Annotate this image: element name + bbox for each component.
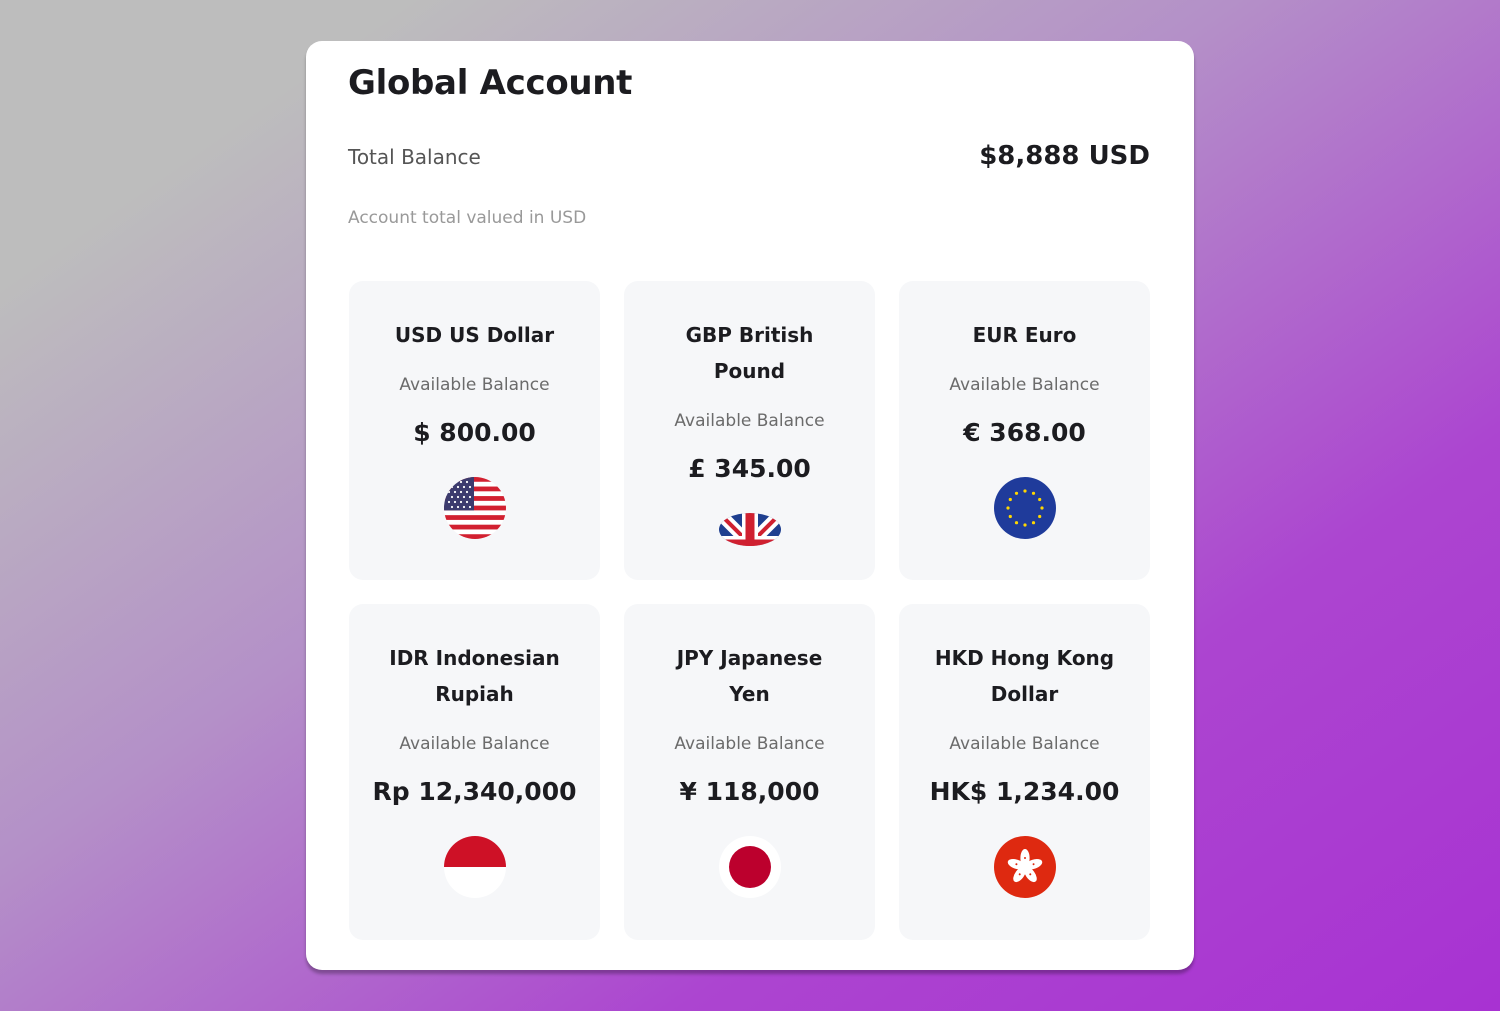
us-flag-icon	[443, 477, 506, 539]
japan-flag-icon	[718, 836, 781, 898]
available-balance-label: Available Balance	[674, 411, 825, 431]
currency-name: USD US Dollar	[394, 323, 555, 347]
currency-card-eur[interactable]: EUR Euro Available Balance € 368.00	[899, 281, 1150, 580]
currency-name: HKD Hong Kong Dollar	[934, 646, 1115, 706]
currency-name: GBP British Pound	[685, 323, 814, 383]
indonesia-flag-icon	[443, 836, 506, 898]
currency-amount: ¥ 118,000	[679, 777, 820, 806]
currency-card-jpy[interactable]: JPY Japanese Yen Available Balance ¥ 118…	[624, 604, 875, 940]
total-balance-amount: $8,888 USD	[979, 141, 1150, 171]
currency-name: EUR Euro	[972, 323, 1077, 347]
currency-card-idr[interactable]: IDR Indonesian Rupiah Available Balance …	[349, 604, 600, 940]
currency-grid: USD US Dollar Available Balance $ 800.00	[349, 281, 1150, 940]
available-balance-label: Available Balance	[674, 734, 825, 754]
uk-flag-icon	[718, 513, 781, 546]
eu-flag-icon	[993, 477, 1056, 539]
currency-name: IDR Indonesian Rupiah	[389, 646, 560, 706]
currency-amount: € 368.00	[963, 418, 1086, 447]
available-balance-label: Available Balance	[949, 375, 1100, 395]
available-balance-label: Available Balance	[399, 375, 550, 395]
currency-amount: Rp 12,340,000	[372, 777, 577, 806]
currency-card-gbp[interactable]: GBP British Pound Available Balance £ 34…	[624, 281, 875, 580]
total-balance-note: Account total valued in USD	[348, 208, 587, 228]
global-account-panel: Global Account Total Balance $8,888 USD …	[306, 41, 1194, 970]
currency-name: JPY Japanese Yen	[676, 646, 823, 706]
page-title: Global Account	[348, 63, 633, 103]
available-balance-label: Available Balance	[949, 734, 1100, 754]
hong-kong-flag-icon	[993, 836, 1056, 898]
total-balance-label: Total Balance	[348, 145, 481, 169]
currency-amount: $ 800.00	[413, 418, 536, 447]
currency-card-hkd[interactable]: HKD Hong Kong Dollar Available Balance H…	[899, 604, 1150, 940]
currency-card-usd[interactable]: USD US Dollar Available Balance $ 800.00	[349, 281, 600, 580]
available-balance-label: Available Balance	[399, 734, 550, 754]
currency-amount: HK$ 1,234.00	[929, 777, 1120, 806]
currency-amount: £ 345.00	[688, 454, 811, 483]
